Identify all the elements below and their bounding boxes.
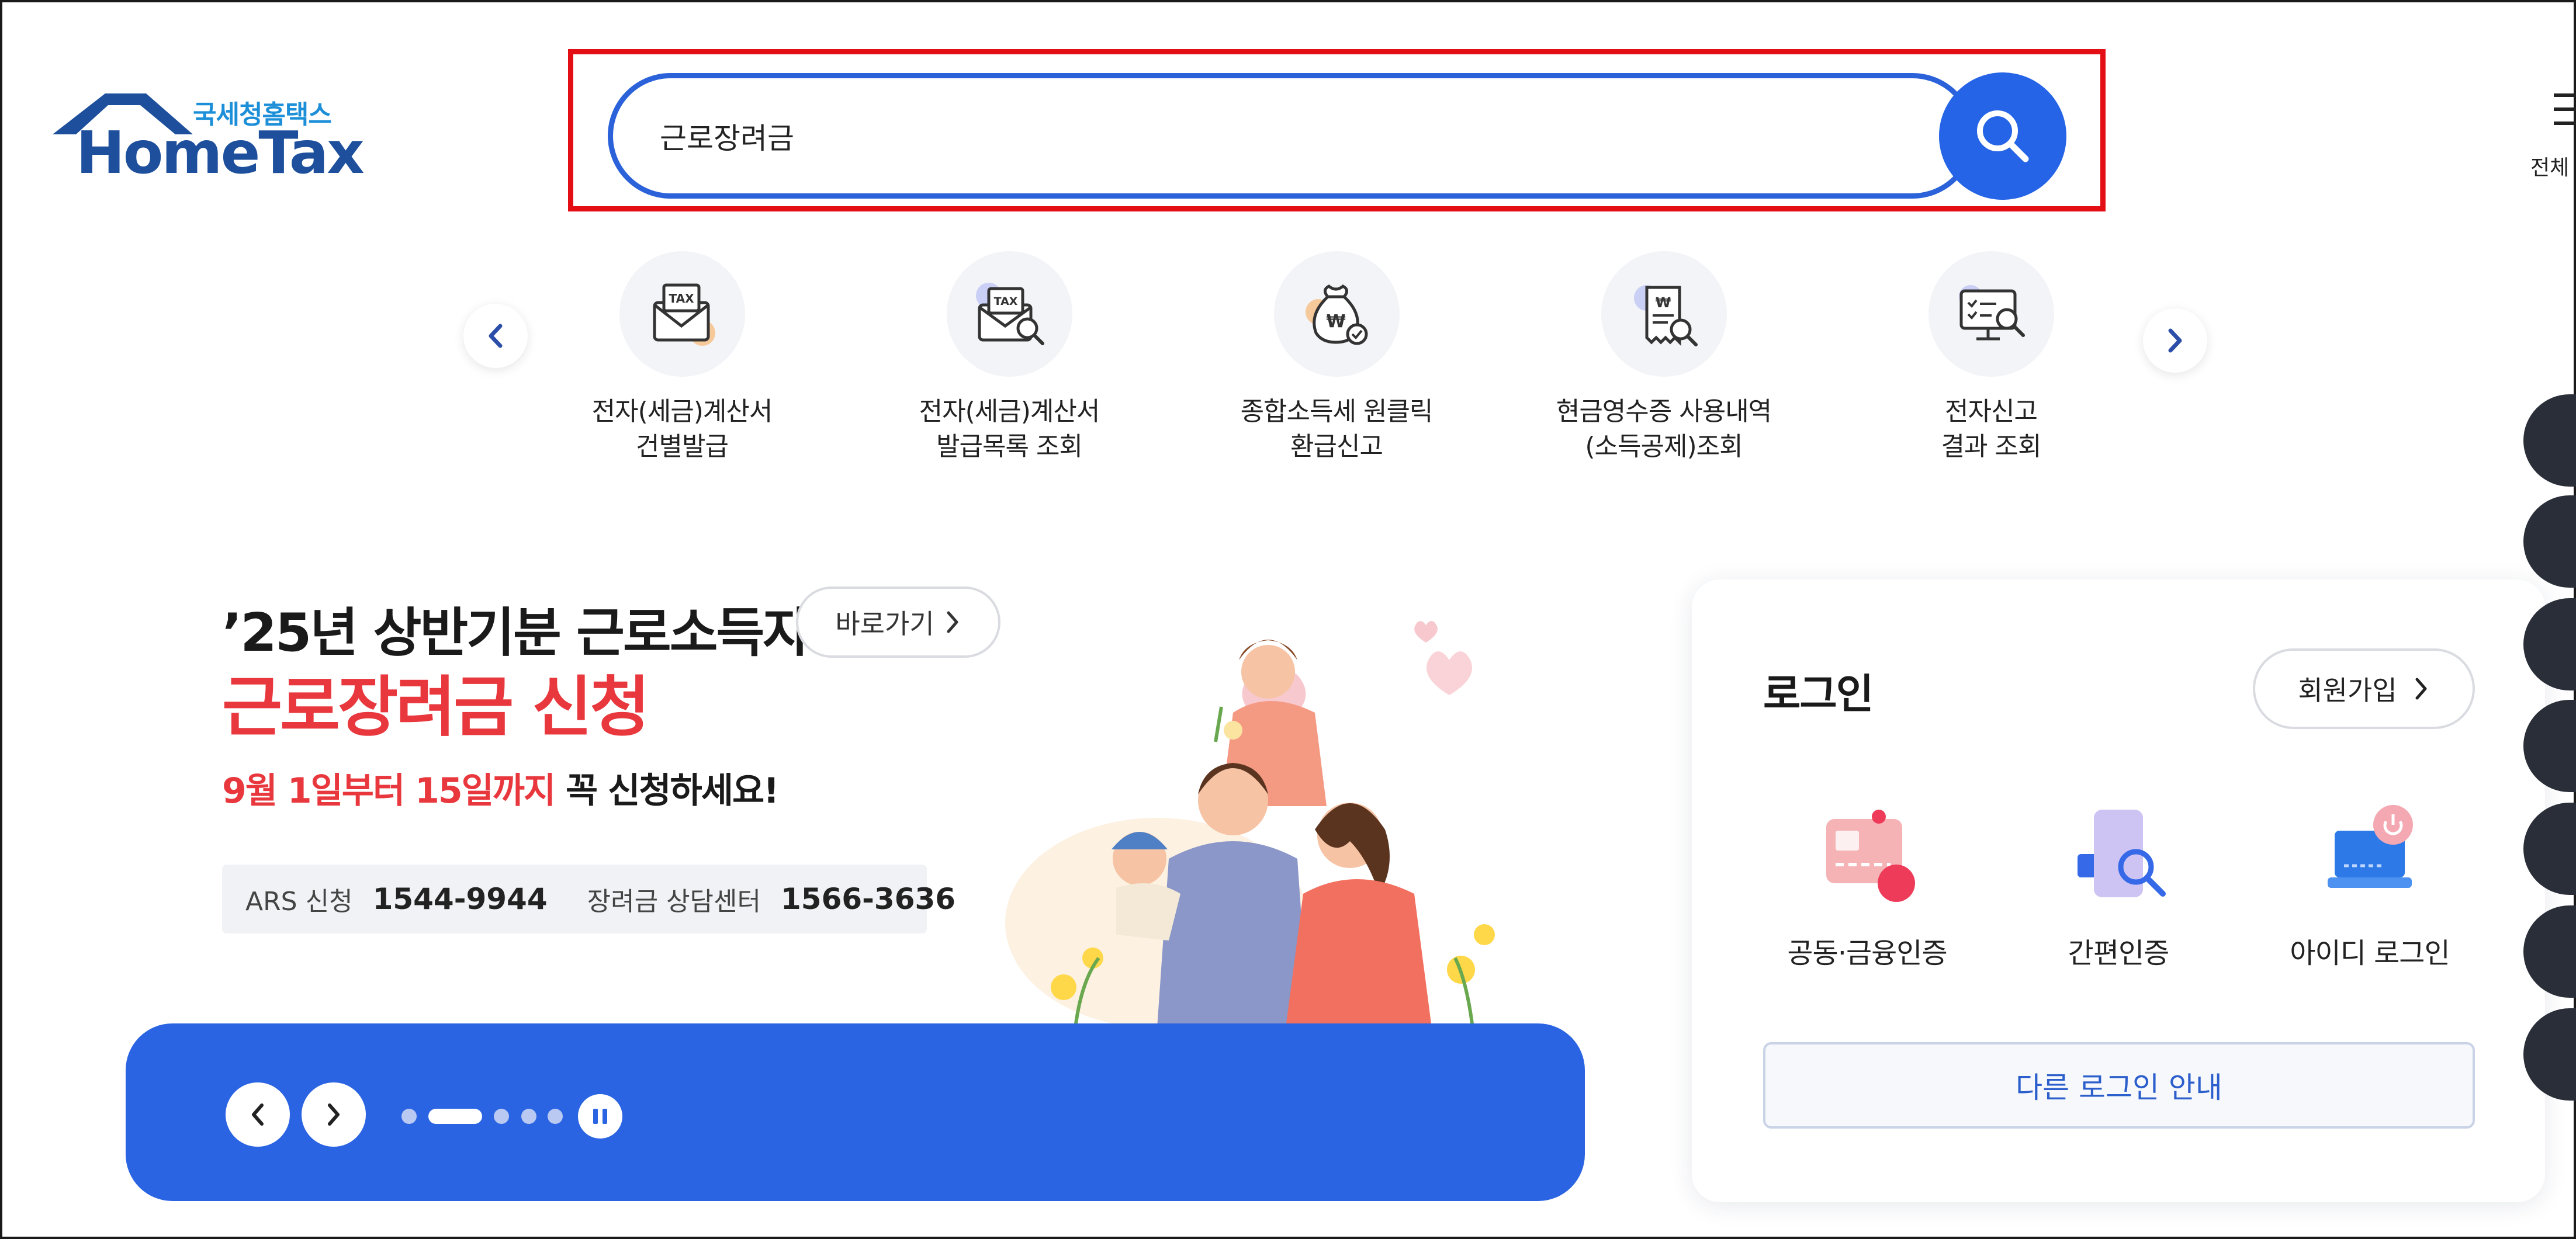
other-login-guide-button[interactable]: 다른 로그인 안내 — [1763, 1042, 2475, 1129]
banner-title: 근로장려금 신청 — [222, 669, 650, 745]
search-icon — [1977, 110, 2029, 162]
banner-next-button[interactable] — [302, 1082, 366, 1147]
ars-number: 1544-9944 — [372, 882, 548, 916]
pause-icon-bar — [603, 1109, 607, 1124]
search-bar[interactable] — [608, 73, 1975, 199]
search-input[interactable] — [660, 78, 1887, 193]
quick-prev-button[interactable] — [463, 304, 528, 368]
tax-envelope-icon: TAX — [619, 251, 745, 377]
quick-service-item[interactable]: TAX 전자(세금)계산서 건별발급 — [559, 251, 805, 464]
phone-auth-icon — [2060, 801, 2177, 912]
certificate-login-option[interactable]: 공동·금융인증 — [1768, 801, 1966, 971]
svg-text:TAX: TAX — [669, 291, 695, 306]
id-login-option[interactable]: 아이디 로그인 — [2270, 801, 2469, 971]
quick-next-button[interactable] — [2143, 308, 2207, 373]
simple-auth-label: 간편인증 — [2068, 937, 2170, 970]
banner-pause-button[interactable] — [578, 1094, 622, 1139]
banner-period-dates: 9월 1일부터 15일까지 — [222, 771, 556, 811]
banner-prev-button[interactable] — [226, 1082, 290, 1147]
svg-text:₩: ₩ — [1656, 294, 1671, 311]
svg-text:TAX: TAX — [994, 295, 1018, 308]
quick-service-label: 전자신고 결과 조회 — [1941, 397, 2042, 461]
certificate-card-icon — [1809, 801, 1926, 912]
laptop-power-icon — [2311, 801, 2428, 912]
svg-text:₩: ₩ — [1326, 311, 1345, 332]
chevron-right-icon — [2168, 328, 2182, 353]
id-login-label: 아이디 로그인 — [2290, 937, 2450, 970]
login-panel: 로그인 회원가입 공동·금융인증 간편인증 아이디 로그인 다른 로그인 안내 — [1692, 579, 2545, 1202]
banner-period-text: 꼭 신청하세요! — [555, 771, 779, 811]
pause-icon — [593, 1109, 598, 1124]
quick-service-item[interactable]: TAX 전자(세금)계산서 발급목록 조회 — [887, 251, 1132, 464]
hometax-logo[interactable]: 국세청홈택스 HomeTax — [53, 88, 365, 187]
signup-label: 회원가입 — [2298, 675, 2397, 706]
money-bag-icon: ₩ — [1273, 251, 1400, 377]
ars-label: ARS 신청 — [245, 887, 353, 917]
banner-goto-label: 바로가기 — [835, 608, 934, 640]
chevron-left-icon — [252, 1103, 264, 1126]
slide-indicator-dot[interactable] — [494, 1109, 509, 1124]
chevron-right-icon — [328, 1103, 340, 1126]
chevron-right-icon — [2415, 678, 2427, 700]
hamburger-icon — [2554, 93, 2576, 125]
login-title: 로그인 — [1763, 670, 1874, 718]
receipt-search-icon: ₩ — [1601, 251, 1727, 377]
all-menu-label: 전체 — [2530, 156, 2570, 180]
quick-service-item[interactable]: 전자신고 결과 조회 — [1868, 251, 2114, 464]
quick-service-item[interactable]: ₩ 현금영수증 사용내역 (소득공제)조회 — [1541, 251, 1786, 464]
slide-indicator-dot[interactable] — [521, 1109, 536, 1124]
slide-indicator-dot[interactable] — [401, 1109, 417, 1124]
slide-indicator-dot[interactable] — [548, 1109, 563, 1124]
center-label: 장려금 상담센터 — [587, 887, 761, 917]
simple-auth-option[interactable]: 간편인증 — [2019, 801, 2218, 971]
banner-period: 9월 1일부터 15일까지 꼭 신청하세요! — [222, 762, 780, 813]
slide-indicator-dot-active[interactable] — [428, 1109, 482, 1124]
chevron-left-icon — [489, 324, 503, 348]
monitor-search-icon — [1928, 251, 2054, 377]
banner-contact-box: ARS 신청 1544-9944 장려금 상담센터 1566-3636 — [222, 865, 955, 933]
quick-service-label: 종합소득세 원클릭 환급신고 — [1240, 397, 1434, 461]
certificate-login-label: 공동·금융인증 — [1787, 937, 1947, 970]
quick-service-item[interactable]: ₩ 종합소득세 원클릭 환급신고 — [1214, 251, 1459, 464]
other-login-label: 다른 로그인 안내 — [2016, 1071, 2222, 1105]
signup-button[interactable]: 회원가입 — [2253, 648, 2475, 729]
quick-service-label: 전자(세금)계산서 건별발급 — [591, 397, 773, 461]
quick-service-label: 전자(세금)계산서 발급목록 조회 — [919, 397, 1100, 461]
center-number: 1566-3636 — [781, 882, 956, 916]
logo-title: HomeTax — [76, 119, 365, 187]
family-illustration — [1005, 621, 1495, 1028]
tax-envelope-search-icon: TAX — [946, 251, 1072, 377]
quick-service-label: 현금영수증 사용내역 (소득공제)조회 — [1556, 397, 1772, 461]
search-button[interactable] — [1939, 72, 2066, 200]
